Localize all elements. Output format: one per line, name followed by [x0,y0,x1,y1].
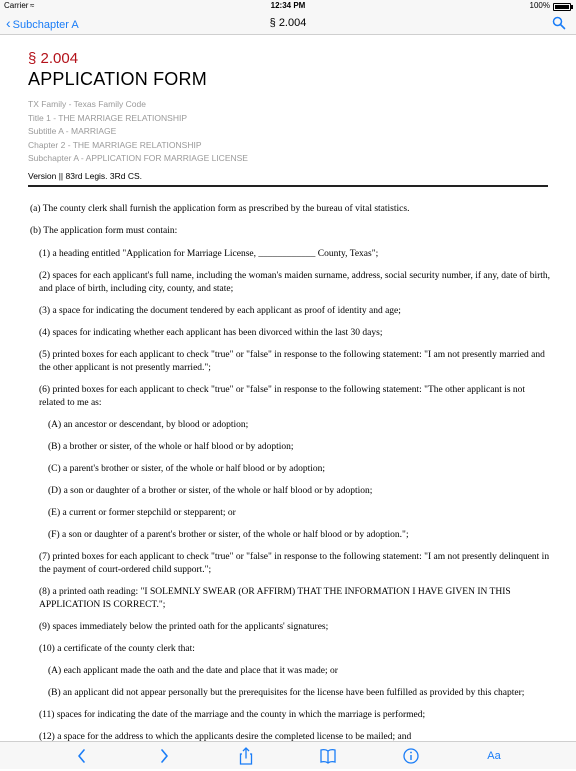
paragraph-b6-A: (A) an ancestor or descendant, by blood … [48,420,249,430]
paragraph-a: (a) The county clerk shall furnish the a… [30,204,410,214]
paragraph-b6-E: (E) a current or former stepchild or ste… [48,508,236,518]
paragraph-b8: (8) a printed oath reading: "I SOLEMNLY … [39,587,511,610]
breadcrumb-code: TX Family - Texas Family Code [28,99,146,109]
paragraph-b11: (11) spaces for indicating the date of t… [39,710,426,720]
paragraph-b6-D: (D) a son or daughter of a brother or si… [48,486,373,496]
paragraph-b3: (3) a space for indicating the document … [39,306,401,316]
header-divider [28,185,548,187]
breadcrumb-subtitle: Subtitle A - MARRIAGE [28,126,117,136]
paragraph-b10: (10) a certificate of the county clerk t… [39,644,195,654]
section-title: APPLICATION FORM [28,69,207,89]
bottom-toolbar: Aa [0,741,576,769]
breadcrumb-title: Title 1 - THE MARRIAGE RELATIONSHIP [28,112,188,123]
search-button[interactable] [552,16,566,30]
paragraph-b6-C: (C) a parent's brother or sister, of the… [48,464,326,474]
navigation-bar: ‹ Subchapter A § 2.004 [0,12,576,35]
chevron-left-icon [78,749,85,763]
paragraph-b6-F: (F) a son or daughter of a parent's brot… [48,530,409,540]
clock: 12:34 PM [270,1,306,10]
paragraph-b6: (6) printed boxes for each applicant to … [39,385,526,408]
document-view[interactable]: § 2.004 APPLICATION FORM TX Family - Tex… [0,35,576,741]
share-icon [239,747,253,765]
section-number: § 2.004 [28,50,79,67]
breadcrumb-chapter: Chapter 2 - THE MARRIAGE RELATIONSHIP [28,139,202,150]
info-icon [403,748,419,764]
breadcrumb-subchapter: Subchapter A - APPLICATION FOR MARRIAGE … [28,153,248,163]
info-button[interactable] [401,746,421,766]
paragraph-b4: (4) spaces for indicating whether each a… [39,328,383,338]
paragraph-b2: (2) spaces for each applicant's full nam… [39,271,551,294]
previous-section-button[interactable] [72,746,92,766]
version-label: Version || 83rd Legis. 3Rd CS. [28,170,143,181]
book-icon [320,749,336,764]
share-button[interactable] [236,746,256,766]
search-icon [552,16,566,30]
paragraph-b10-A: (A) each applicant made the oath and the… [48,666,338,676]
status-bar: Carrier ≈ 12:34 PM 100% [0,0,576,12]
paragraph-b: (b) The application form must contain: [30,226,178,236]
next-section-button[interactable] [154,746,174,766]
nav-title: § 2.004 [269,17,307,29]
paragraph-b6-B: (B) a brother or sister, of the whole or… [48,442,294,452]
paragraph-b5: (5) printed boxes for each applicant to … [39,350,545,373]
text-size-icon: Aa [487,750,501,762]
paragraph-b1: (1) a heading entitled "Application for … [39,249,379,259]
paragraph-b10-B: (B) an applicant did not appear personal… [48,688,525,698]
section-header: § 2.004 APPLICATION FORM TX Family - Tex… [28,50,548,183]
chevron-right-icon [161,749,168,763]
paragraph-b9: (9) spaces immediately below the printed… [39,622,329,632]
battery-icon [553,3,573,11]
paragraph-b7: (7) printed boxes for each applicant to … [39,552,550,575]
battery-percent: 100% [529,1,550,10]
paragraph-b12: (12) a space for the address to which th… [39,732,412,741]
text-size-button[interactable]: Aa [484,746,504,766]
bookmarks-button[interactable] [318,746,338,766]
